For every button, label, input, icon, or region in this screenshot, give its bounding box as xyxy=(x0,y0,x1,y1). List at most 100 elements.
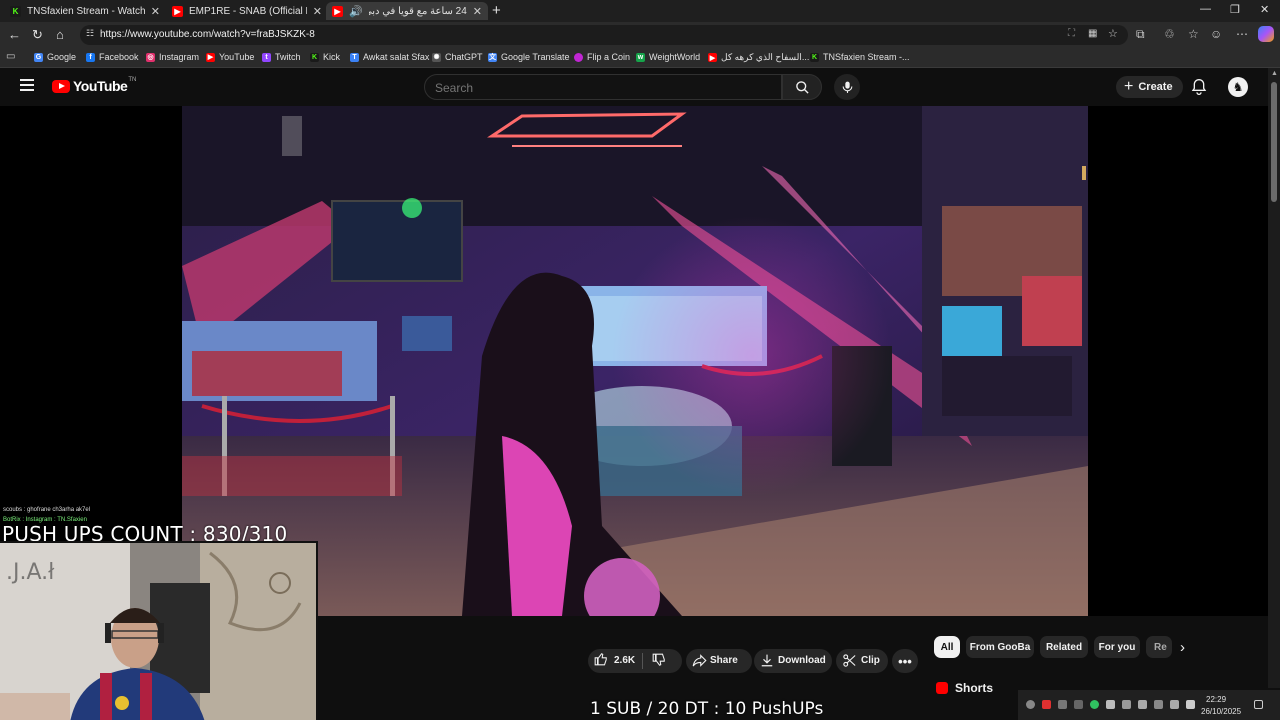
search-input[interactable] xyxy=(435,81,765,95)
bookmark-label: ChatGPT xyxy=(445,52,483,62)
bookmark-label: Kick xyxy=(323,52,341,62)
tray-mic-icon[interactable] xyxy=(1138,700,1147,709)
youtube-masthead: YouTube TN + Create ♞ xyxy=(0,68,1268,106)
bookmark-google[interactable]: G Google xyxy=(34,52,76,62)
scissors-icon xyxy=(842,653,857,671)
bookmark-weightworld[interactable]: w WeightWorld xyxy=(636,52,700,62)
favorite-star-icon[interactable]: ☆ xyxy=(1108,27,1118,40)
thumbs-down-icon xyxy=(652,653,665,666)
hamburger-menu-icon[interactable] xyxy=(20,79,34,91)
tray-back-icon[interactable] xyxy=(1074,700,1083,709)
kick-icon: K xyxy=(810,52,819,62)
scroll-up-icon[interactable]: ▲ xyxy=(1271,70,1278,77)
tray-display-icon[interactable] xyxy=(1154,700,1163,709)
bookmark-label: TNSfaxien Stream -... xyxy=(823,52,910,62)
tab-title: TNSfaxien Stream - Watch Live on xyxy=(27,5,145,17)
home-icon[interactable]: ⌂ xyxy=(56,27,64,42)
more-actions-button[interactable]: ••• xyxy=(892,649,918,673)
chatgpt-icon: ✺ xyxy=(432,52,441,62)
new-tab-button[interactable]: + xyxy=(492,2,501,19)
account-avatar[interactable]: ♞ xyxy=(1228,77,1248,97)
extensions-icon[interactable]: ⧉ xyxy=(1136,27,1145,42)
restore-icon[interactable]: ❐ xyxy=(1230,3,1240,16)
wifi-icon[interactable] xyxy=(1170,700,1179,709)
bookmark-twitch[interactable]: t Twitch xyxy=(262,52,301,62)
close-window-icon[interactable]: ✕ xyxy=(1260,3,1269,16)
notifications-bell-icon[interactable] xyxy=(1191,78,1207,101)
video-scene-gaming-lounge xyxy=(182,106,1088,616)
bookmark-tnsfaxien-stream[interactable]: K TNSfaxien Stream -... xyxy=(810,52,910,62)
minimize-icon[interactable]: — xyxy=(1200,3,1211,15)
search-button[interactable] xyxy=(782,74,822,100)
tray-green-app-icon[interactable] xyxy=(1090,700,1099,709)
bookmark-awkat-salat[interactable]: T Awkat salat Sfax xyxy=(350,52,429,62)
shorts-header: Shorts xyxy=(936,681,993,695)
site-info-icon[interactable]: ☷ xyxy=(86,28,94,39)
bookmark-google-translate[interactable]: 文 Google Translate xyxy=(488,52,570,62)
like-button[interactable] xyxy=(594,652,608,669)
chip-related[interactable]: Related xyxy=(1040,636,1088,658)
bookmark-youtube[interactable]: ▶ YouTube xyxy=(206,52,254,62)
more-menu-icon[interactable]: ⋯ xyxy=(1236,27,1248,41)
notification-center-icon[interactable] xyxy=(1254,700,1263,709)
youtube-logo[interactable]: YouTube TN xyxy=(52,77,137,94)
page-scrollbar[interactable]: ▲ xyxy=(1268,68,1280,688)
scrollbar-thumb[interactable] xyxy=(1271,82,1277,202)
tab-actions-icon[interactable]: ▭ xyxy=(6,51,15,62)
tab-title: 24 ساعة مع قويا في دبي - be xyxy=(369,5,467,17)
close-tab-icon[interactable]: ✕ xyxy=(313,5,322,18)
country-code: TN xyxy=(128,77,137,83)
tray-headset-icon[interactable] xyxy=(1058,700,1067,709)
refresh-icon[interactable]: ↻ xyxy=(32,27,43,43)
chat-line: scoubs : ghofrane ch3arha ak7el xyxy=(3,507,91,513)
search-box[interactable] xyxy=(424,74,782,100)
reader-view-icon[interactable]: ▦ xyxy=(1088,28,1097,39)
share-button[interactable]: Share xyxy=(686,649,752,673)
profile-icon[interactable]: ☺ xyxy=(1210,27,1222,41)
kick-icon: K xyxy=(10,5,21,17)
chip-from-gooba[interactable]: From GooBa xyxy=(966,636,1034,658)
dislike-button[interactable] xyxy=(652,653,666,670)
bookmark-chatgpt[interactable]: ✺ ChatGPT xyxy=(432,52,483,62)
browser-tab-dubai-video[interactable]: ▶ 🔊 24 ساعة مع قويا في دبي - be ✕ xyxy=(326,2,488,20)
speaker-icon[interactable]: 🔊 xyxy=(349,5,363,18)
bookmark-facebook[interactable]: f Facebook xyxy=(86,52,139,62)
bookmark-instagram[interactable]: ◎ Instagram xyxy=(146,52,199,62)
voice-search-button[interactable] xyxy=(834,74,860,100)
chips-next-chevron-icon[interactable]: › xyxy=(1180,639,1185,656)
tray-arrow-icon[interactable] xyxy=(1106,700,1115,709)
bookmark-kick[interactable]: K Kick xyxy=(310,52,340,62)
sub-pushups-rule: 1 SUB / 20 DT : 10 PushUPs xyxy=(590,699,824,719)
tray-app-icon[interactable] xyxy=(1026,700,1035,709)
url-field[interactable]: ☷ https://www.youtube.com/watch?v=fraBJS… xyxy=(80,25,1128,45)
chip-partial[interactable]: Re xyxy=(1146,636,1172,658)
video-light-detail xyxy=(1082,166,1086,180)
browser-tab-kick-stream[interactable]: K TNSfaxien Stream - Watch Live on ✕ xyxy=(4,2,166,20)
download-button[interactable]: Download xyxy=(754,649,832,673)
app-available-icon[interactable]: ⛶ xyxy=(1068,28,1075,39)
tray-record-icon[interactable] xyxy=(1042,700,1051,709)
close-tab-icon[interactable]: ✕ xyxy=(151,5,160,18)
create-button[interactable]: + Create xyxy=(1116,76,1183,98)
clip-button[interactable]: Clip xyxy=(836,649,888,673)
taskbar-clock-date[interactable]: 26/10/2025 xyxy=(1201,707,1241,716)
volume-icon[interactable] xyxy=(1186,700,1195,709)
copilot-icon[interactable] xyxy=(1258,26,1274,42)
back-icon[interactable]: ← xyxy=(8,27,21,42)
browser-tab-empire-snab[interactable]: ▶ EMP1RE - SNAB (Official Music V ✕ xyxy=(166,2,328,20)
bookmark-label: Instagram xyxy=(159,52,200,62)
browser-essentials-icon[interactable]: ♲ xyxy=(1164,27,1175,41)
download-label: Download xyxy=(778,655,826,666)
video-frame[interactable] xyxy=(182,106,1088,616)
taskbar-clock-time[interactable]: 22:29 xyxy=(1206,695,1226,704)
close-tab-icon[interactable]: ✕ xyxy=(473,5,482,18)
chip-for-you[interactable]: For you xyxy=(1094,636,1140,658)
bookmark-label: Google xyxy=(47,52,77,62)
favorites-icon[interactable]: ☆ xyxy=(1188,27,1199,41)
like-divider xyxy=(642,653,643,669)
bookmark-flip-a-coin[interactable]: Flip a Coin xyxy=(574,52,630,62)
chip-all[interactable]: All xyxy=(934,636,960,658)
tray-shield-icon[interactable] xyxy=(1122,700,1131,709)
bookmark-arabic-video[interactable]: ▶ السفاح الذي كرهه كل... xyxy=(708,52,809,63)
streamer-webcam-overlay: .J.A.ł xyxy=(0,541,318,720)
